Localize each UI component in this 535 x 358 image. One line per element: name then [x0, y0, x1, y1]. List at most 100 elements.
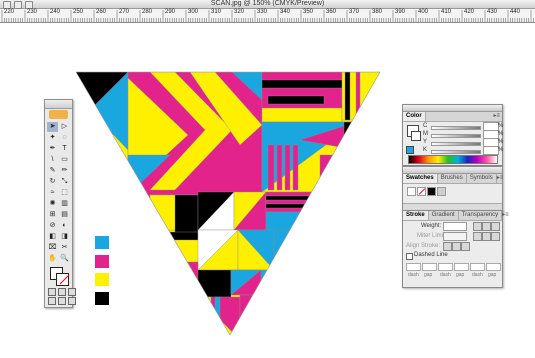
swatch-gray[interactable] — [437, 187, 446, 196]
slider-value-k[interactable] — [483, 146, 499, 155]
dash-gap-field[interactable] — [454, 263, 469, 271]
hand-tool-icon[interactable]: ✋ — [47, 254, 58, 264]
selection-tool-icon[interactable]: ➤ — [47, 122, 58, 132]
art-shape-cyan[interactable] — [265, 211, 329, 233]
art-shape-black[interactable] — [265, 203, 327, 209]
art-shape-magenta[interactable] — [319, 154, 345, 191]
art-shape-cyan[interactable] — [139, 231, 171, 263]
art-shape-yellow[interactable] — [261, 107, 343, 123]
live-paint-tool-icon[interactable]: ◧ — [47, 232, 58, 242]
direct-selection-tool-icon[interactable]: ▷ — [59, 122, 70, 132]
tab-brushes[interactable]: Brushes — [438, 174, 467, 183]
dash-gap-field[interactable] — [406, 263, 421, 271]
line-segment-tool-icon[interactable]: \ — [47, 155, 58, 165]
art-shape-magenta[interactable] — [159, 261, 199, 293]
art-shape-magenta[interactable] — [265, 191, 342, 213]
scale-tool-icon[interactable]: ⤡ — [59, 177, 70, 187]
color-chip-yellow[interactable] — [95, 273, 109, 287]
art-shape-black[interactable] — [197, 269, 232, 298]
color-chip-cyan[interactable] — [95, 236, 109, 249]
dash-gap-field[interactable] — [438, 263, 453, 271]
swatch-white[interactable] — [407, 187, 416, 196]
art-shape-black[interactable] — [343, 121, 357, 183]
live-paint-selection-tool-icon[interactable]: ◨ — [59, 232, 70, 242]
stroke-swatch[interactable] — [56, 273, 70, 286]
app-logo-icon[interactable] — [49, 110, 68, 119]
art-shape-magenta[interactable] — [239, 294, 281, 340]
art-shape-black[interactable] — [344, 72, 351, 121]
art-shape-magenta[interactable] — [276, 144, 283, 191]
blend-tool-icon[interactable]: ◐ — [59, 221, 70, 231]
current-color-chip[interactable] — [406, 146, 414, 154]
symbol-sprayer-tool-icon[interactable]: ✺ — [47, 199, 58, 209]
magic-wand-tool-icon[interactable]: ✦ — [47, 133, 58, 143]
tools-panel-title-bar[interactable] — [45, 100, 72, 109]
panel-menu-icon[interactable]: ▸≡ — [497, 174, 506, 183]
art-shape-cyan[interactable] — [273, 229, 325, 271]
tab-symbols[interactable]: Symbols — [467, 174, 497, 183]
art-shape-black[interactable] — [261, 79, 343, 89]
art-shape-magenta[interactable] — [267, 144, 275, 191]
standard-screen-mode-button[interactable] — [48, 297, 56, 305]
color-mode-button[interactable] — [48, 288, 56, 296]
tab-transparency[interactable]: Transparency — [459, 211, 503, 220]
join-bevel-button[interactable] — [491, 232, 500, 241]
slice-tool-icon[interactable]: ⌧ — [47, 243, 58, 253]
color-chip-magenta[interactable] — [95, 254, 109, 268]
panel-menu-icon[interactable]: ▸≡ — [493, 112, 502, 121]
panel-menu-icon[interactable]: ▸≡ — [502, 211, 511, 220]
dashed-line-checkbox[interactable] — [406, 253, 413, 260]
zoom-tool-icon[interactable]: 🔍 — [59, 254, 70, 264]
full-screen-menu-mode-button[interactable] — [58, 297, 66, 305]
free-transform-tool-icon[interactable]: ⬚ — [59, 188, 70, 198]
art-shape-magenta[interactable] — [292, 144, 299, 191]
tab-stroke[interactable]: Stroke — [403, 211, 429, 220]
dash-gap-field[interactable] — [486, 263, 501, 271]
geometric-artwork[interactable] — [76, 72, 380, 340]
art-shape-black[interactable] — [174, 194, 199, 236]
cap-round-button[interactable] — [482, 222, 491, 231]
gradient-mode-button[interactable] — [58, 288, 66, 296]
gradient-tool-icon[interactable]: ▤ — [59, 210, 70, 220]
cap-butt-button[interactable] — [473, 222, 482, 231]
miter-limit-field[interactable] — [443, 232, 467, 241]
lasso-tool-icon[interactable]: ◌ — [59, 133, 70, 143]
color-panel-title-bar[interactable] — [403, 105, 502, 112]
full-screen-mode-button[interactable] — [68, 297, 76, 305]
dash-gap-field[interactable] — [422, 263, 437, 271]
none-mode-button[interactable] — [68, 288, 76, 296]
color-chip-black[interactable] — [95, 292, 109, 306]
art-shape-cyan[interactable] — [260, 269, 302, 301]
tab-gradient[interactable]: Gradient — [429, 211, 459, 220]
swatch-none[interactable] — [417, 187, 426, 196]
weight-field[interactable] — [443, 222, 467, 231]
rectangle-tool-icon[interactable]: ▭ — [59, 155, 70, 165]
art-shape-yellow[interactable] — [174, 291, 199, 337]
eyedropper-tool-icon[interactable]: ⊘ — [47, 221, 58, 231]
art-shape-black[interactable] — [265, 195, 327, 201]
scissors-tool-icon[interactable]: ✂ — [59, 243, 70, 253]
column-graph-tool-icon[interactable]: ▥ — [59, 199, 70, 209]
swatch-black[interactable] — [427, 187, 436, 196]
align-outside-button[interactable] — [461, 242, 470, 251]
align-inside-button[interactable] — [452, 242, 461, 251]
mesh-tool-icon[interactable]: ⊞ — [47, 210, 58, 220]
art-shape-black[interactable] — [169, 231, 199, 241]
rotate-tool-icon[interactable]: ↻ — [47, 177, 58, 187]
cap-square-button[interactable] — [491, 222, 500, 231]
color-stroke-indicator[interactable] — [411, 131, 421, 141]
pencil-tool-icon[interactable]: ✏ — [59, 166, 70, 176]
pen-tool-icon[interactable]: ✒ — [47, 144, 58, 154]
type-tool-icon[interactable]: T — [59, 144, 70, 154]
art-shape-yellow[interactable] — [204, 296, 212, 337]
tab-color[interactable]: Color — [403, 112, 426, 121]
tab-swatches[interactable]: Swatches — [403, 174, 438, 183]
art-shape-black[interactable] — [267, 95, 325, 105]
join-miter-button[interactable] — [473, 232, 482, 241]
color-spectrum-bar[interactable] — [408, 155, 498, 164]
dash-gap-field[interactable] — [470, 263, 485, 271]
swatches-panel-title-bar[interactable] — [403, 167, 502, 174]
paintbrush-tool-icon[interactable]: ✎ — [47, 166, 58, 176]
warp-tool-icon[interactable]: ≈ — [47, 188, 58, 198]
join-round-button[interactable] — [482, 232, 491, 241]
